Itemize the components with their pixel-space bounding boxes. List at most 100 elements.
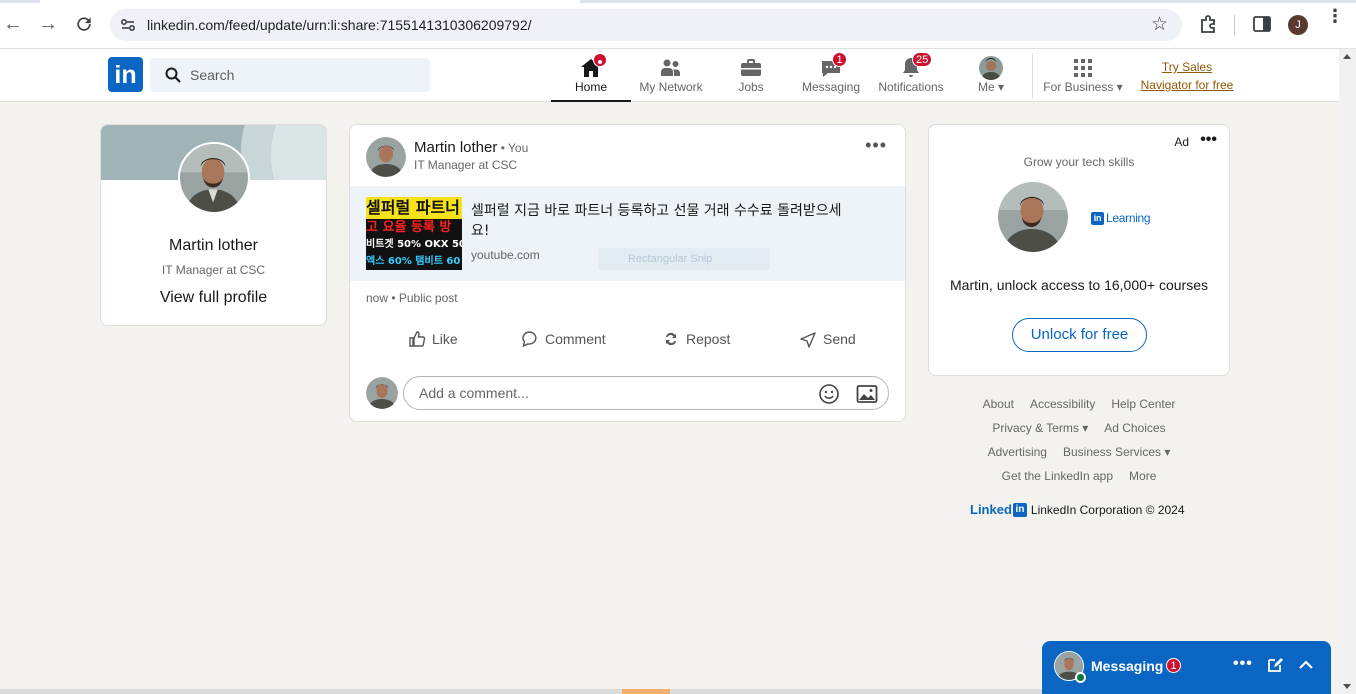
thumb-line: 고 요율 등록 방	[366, 220, 452, 235]
send-button[interactable]: Send	[799, 330, 856, 348]
post-author-headline: IT Manager at CSC	[414, 158, 518, 172]
footer-get-app-link[interactable]: Get the LinkedIn app	[1002, 468, 1113, 492]
active-tab[interactable]	[40, 0, 580, 3]
post-meta: now • Public post	[366, 291, 458, 305]
like-button[interactable]: Like	[408, 330, 458, 348]
post-card: Martin lother • You IT Manager at CSC ••…	[349, 124, 906, 422]
toolbar-divider	[1234, 15, 1235, 35]
link-thumbnail[interactable]: 셀퍼럴 파트너 고 요율 등록 방 비트겟 50% OKX 50% 엑스 60%…	[366, 197, 462, 270]
online-status-dot	[1075, 672, 1086, 683]
back-icon[interactable]: ←	[1, 12, 25, 36]
repost-button[interactable]: Repost	[662, 330, 730, 348]
search-box[interactable]	[150, 58, 430, 92]
linkedin-logo[interactable]: in	[108, 57, 143, 92]
learning-in-box: in	[1091, 211, 1104, 225]
browser-profile-avatar[interactable]: J	[1288, 15, 1308, 35]
linkedin-wordmark: Linked in	[970, 502, 1027, 517]
footer-accessibility-link[interactable]: Accessibility	[1030, 396, 1095, 420]
thumb-line: 비트겟 50% OKX 50%	[366, 239, 462, 250]
send-label: Send	[823, 331, 856, 347]
footer-privacy-link[interactable]: Privacy & Terms ▾	[992, 420, 1088, 444]
compose-icon[interactable]	[1266, 656, 1284, 674]
chevron-up-icon[interactable]	[1297, 656, 1315, 674]
link-preview[interactable]: 셀퍼럴 파트너 고 요율 등록 방 비트겟 50% OKX 50% 엑스 60%…	[350, 186, 905, 281]
copyright-text: LinkedIn Corporation © 2024	[1030, 502, 1185, 517]
profile-headline: IT Manager at CSC	[161, 263, 266, 277]
side-panel-icon[interactable]	[1251, 13, 1273, 35]
comment-button[interactable]: Comment	[521, 330, 606, 348]
messaging-badge: 1	[832, 52, 847, 67]
unlock-for-free-button[interactable]: Unlock for free	[1012, 318, 1147, 352]
nav-label: Home	[574, 80, 607, 94]
nav-label: Me ▾	[977, 80, 1005, 94]
nav-for-business[interactable]: For Business ▾	[1036, 49, 1130, 101]
tab-strip	[0, 0, 1356, 3]
notifications-badge: 25	[912, 52, 933, 67]
grid-icon	[1074, 59, 1092, 77]
repost-icon	[666, 332, 676, 346]
profile-avatar[interactable]	[178, 142, 250, 214]
post-menu-icon[interactable]: •••	[865, 135, 887, 156]
footer-help-link[interactable]: Help Center	[1111, 396, 1175, 420]
ad-message: Martin, unlock access to 16,000+ courses	[950, 277, 1208, 293]
ad-card: Ad ••• Grow your tech skills in Learning …	[928, 124, 1230, 376]
bookmark-star-icon[interactable]: ☆	[1151, 13, 1168, 36]
search-input[interactable]	[190, 67, 410, 83]
profile-name[interactable]: Martin lother	[101, 237, 326, 255]
ad-member-avatar	[998, 182, 1068, 252]
thumb-line: 엑스 60% 탬비트 60	[366, 256, 461, 267]
address-bar[interactable]: linkedin.com/feed/update/urn:li:share:71…	[110, 9, 1182, 41]
emoji-icon[interactable]	[818, 383, 840, 405]
url-text[interactable]: linkedin.com/feed/update/urn:li:share:71…	[147, 17, 532, 33]
messaging-title[interactable]: Messaging	[1091, 658, 1163, 674]
thumb-line: 셀퍼럴 파트너	[366, 197, 462, 219]
footer-ad-choices-link[interactable]: Ad Choices	[1104, 420, 1165, 444]
nav-my-network[interactable]: My Network	[631, 49, 711, 101]
corporate-line: Linked in LinkedIn Corporation © 2024	[970, 502, 1185, 517]
footer-about-link[interactable]: About	[983, 396, 1014, 420]
nav-home[interactable]: Home	[551, 49, 631, 102]
link-title[interactable]: 셀퍼럴 지금 바로 파트너 등록하고 선물 거래 수수료 돌려받으세요!	[471, 201, 851, 241]
nav-notifications[interactable]: 25 Notifications	[871, 49, 951, 101]
site-settings-icon[interactable]	[118, 15, 138, 35]
nav-divider	[1032, 53, 1033, 99]
linkedin-learning-logo: in Learning	[1091, 211, 1151, 225]
linkedin-header: in Home My Network Jobs 1 Messaging 25 N…	[0, 49, 1339, 102]
like-label: Like	[432, 331, 458, 347]
network-icon	[661, 59, 680, 76]
comment-input[interactable]	[419, 385, 799, 401]
try-sales-navigator-link[interactable]: Try Sales Navigator for free	[1130, 58, 1244, 94]
nav-jobs[interactable]: Jobs	[711, 49, 791, 101]
thumbs-up-icon	[409, 331, 426, 347]
browser-menu-icon[interactable]: ⋮	[1326, 7, 1344, 25]
footer-links: About Accessibility Help Center Privacy …	[928, 396, 1230, 517]
browser-toolbar: ← → linkedin.com/feed/update/urn:li:shar…	[0, 0, 1356, 49]
image-icon[interactable]	[856, 384, 878, 404]
nav-label: Messaging	[801, 80, 861, 94]
you-tag: • You	[497, 141, 529, 155]
comment-box[interactable]	[403, 376, 889, 410]
messaging-overlay-badge: 1	[1166, 658, 1181, 673]
try-sales-line2[interactable]: Navigator for free	[1130, 76, 1244, 94]
nav-messaging[interactable]: 1 Messaging	[791, 49, 871, 101]
post-author-name[interactable]: Martin lother • You	[414, 139, 528, 156]
messaging-more-icon[interactable]: •••	[1233, 655, 1252, 673]
extensions-icon[interactable]	[1198, 13, 1220, 35]
ad-menu-icon[interactable]: •••	[1200, 131, 1217, 149]
forward-icon[interactable]: →	[36, 12, 60, 36]
page-scrollbar[interactable]	[1339, 49, 1356, 694]
footer-advertising-link[interactable]: Advertising	[988, 444, 1047, 468]
messaging-overlay[interactable]: Messaging 1 •••	[1042, 641, 1331, 694]
view-full-profile-link[interactable]: View full profile	[101, 289, 326, 307]
nav-label: For Business ▾	[1043, 80, 1123, 94]
comment-label: Comment	[545, 331, 606, 347]
nav-label: My Network	[639, 80, 703, 94]
nav-me[interactable]: Me ▾	[951, 49, 1031, 101]
post-author-avatar[interactable]	[366, 137, 406, 177]
try-sales-line1[interactable]: Try Sales	[1130, 58, 1244, 76]
snip-overlay-ghost: Rectangular Snip	[598, 248, 770, 270]
reload-icon[interactable]	[72, 12, 96, 36]
comment-icon	[522, 331, 537, 348]
footer-business-services-link[interactable]: Business Services ▾	[1063, 444, 1170, 468]
footer-more-link[interactable]: More	[1129, 468, 1156, 492]
